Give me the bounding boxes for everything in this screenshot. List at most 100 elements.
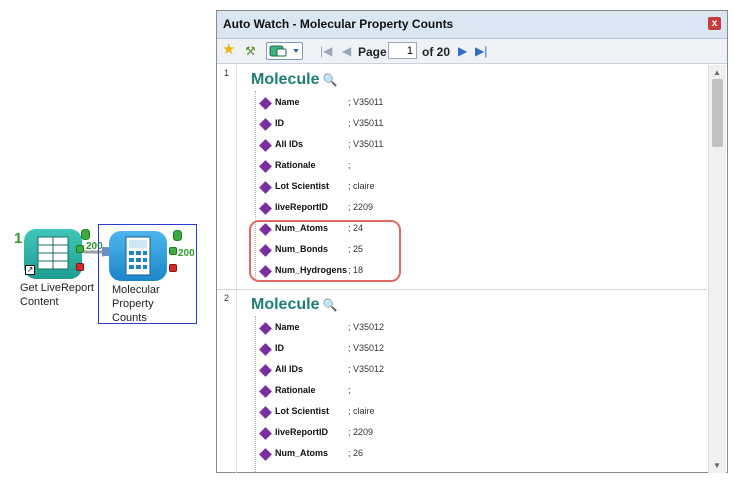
record-title-text: Molecule (251, 71, 320, 88)
property-name: Name (275, 97, 300, 107)
page-total-label: of 20 (422, 45, 451, 59)
record-index: 1 (224, 68, 230, 78)
output-database-icon (81, 229, 90, 240)
property-row: liveReportID ; 2209 (257, 201, 557, 219)
diamond-icon (259, 181, 272, 194)
window-title: Auto Watch - Molecular Property Counts (223, 17, 454, 31)
property-value: ; V35011 (348, 118, 384, 128)
property-value: ; V35011 (348, 97, 384, 107)
record-title[interactable]: Molecule 🔍 (251, 296, 337, 314)
property-row: ID ; V35012 (257, 342, 557, 360)
diamond-icon (259, 448, 272, 461)
output-port-fail[interactable] (169, 264, 177, 272)
property-row: All IDs ; V35012 (257, 363, 557, 381)
previous-page-icon[interactable]: ◀ (342, 43, 351, 59)
property-row: Rationale; (257, 384, 557, 402)
node-label: Molecular Property Counts (112, 284, 160, 324)
output-port-pass[interactable] (76, 245, 84, 253)
calculator-node-icon (109, 231, 167, 281)
property-value: ; claire (348, 181, 375, 191)
record-item: 1 Molecule 🔍 Name ; V35011 ID ; V35011 All … (217, 65, 707, 289)
next-page-icon[interactable]: ▶ (458, 43, 467, 59)
property-name: ID (275, 343, 284, 353)
property-name: All IDs (275, 139, 304, 149)
window-titlebar[interactable]: Auto Watch - Molecular Property Counts x (217, 11, 727, 39)
star-icon[interactable]: ★ (222, 42, 235, 58)
property-row: Name ; V35012 (257, 321, 557, 339)
property-row: Name ; V35011 (257, 96, 557, 114)
diamond-icon (259, 427, 272, 440)
property-name: Num_Atoms (275, 448, 329, 458)
calculator-glyph-icon (125, 236, 151, 276)
output-database-icon (173, 230, 182, 241)
diamond-icon (259, 160, 272, 173)
property-value: ; V35011 (348, 139, 384, 149)
auto-watch-window: Auto Watch - Molecular Property Counts x… (216, 10, 728, 473)
property-row: Rationale; (257, 159, 557, 177)
diamond-icon (259, 322, 272, 335)
magnifier-icon[interactable]: 🔍 (322, 298, 337, 312)
record-gutter (217, 290, 237, 473)
magnifier-icon[interactable]: 🔍 (322, 73, 337, 87)
property-name: liveReportID (275, 202, 329, 212)
property-row: Lot Scientist ; claire (257, 405, 557, 423)
property-value: ; (348, 160, 354, 170)
record-item: 2 Molecule 🔍 Name ; V35012 ID ; V35012 All … (217, 290, 707, 473)
diamond-icon (259, 364, 272, 377)
property-value: ; claire (348, 406, 375, 416)
record-title[interactable]: Molecule 🔍 (251, 71, 337, 89)
first-page-icon[interactable]: |◀ (320, 43, 332, 59)
record-index: 2 (224, 293, 230, 303)
diamond-icon (259, 385, 272, 398)
diamond-icon (259, 406, 272, 419)
page-label: Page (358, 45, 387, 59)
tree-line (255, 316, 256, 473)
vertical-scrollbar[interactable]: ▲ ▼ (708, 65, 726, 473)
node-label: Get LiveReport Content (20, 282, 94, 308)
scroll-down-icon[interactable]: ▼ (713, 461, 721, 470)
magic-wand-icon[interactable]: ⚒ (245, 43, 256, 59)
property-value: ; 2209 (348, 202, 374, 212)
property-row: All IDs ; V35011 (257, 138, 557, 156)
property-value: ; 26 (348, 448, 364, 458)
diamond-icon (259, 343, 272, 356)
output-port-fail[interactable] (76, 263, 84, 271)
toolbar: ★ ⚒ |◀ ◀ Page of 20 ▶ ▶| (217, 39, 727, 64)
node-molecular-property-counts[interactable]: 200 Molecular Property Counts (98, 224, 197, 324)
property-row: ID ; V35011 (257, 117, 557, 135)
port-record-count: 200 (178, 248, 195, 259)
property-row: Num_Atoms ; 26 (257, 447, 557, 465)
diamond-icon (259, 97, 272, 110)
scroll-thumb[interactable] (712, 79, 723, 147)
property-name: Name (275, 322, 300, 332)
output-port-pass[interactable] (169, 247, 177, 255)
highlight-annotation (249, 220, 401, 282)
property-name: All IDs (275, 364, 304, 374)
last-page-icon[interactable]: ▶| (475, 43, 487, 59)
shortcut-icon: ↗ (25, 265, 35, 275)
property-name: liveReportID (275, 427, 329, 437)
diamond-icon (259, 118, 272, 131)
property-name: ID (275, 118, 284, 128)
view-selector[interactable] (266, 42, 303, 60)
property-value: ; V35012 (348, 364, 385, 374)
property-name: Lot Scientist (275, 406, 330, 416)
property-name: Lot Scientist (275, 181, 330, 191)
property-value: ; (348, 385, 354, 395)
property-value: ; V35012 (348, 343, 385, 353)
input-port[interactable] (102, 247, 109, 256)
record-list: 1 Molecule 🔍 Name; V35011 ID; V35011 All … (217, 65, 707, 473)
property-row: Lot Scientist ; claire (257, 180, 557, 198)
diamond-icon (259, 139, 272, 152)
node-get-livereport-content[interactable]: 1 ↗ 200 Get LiveReport Content (12, 226, 103, 316)
page-number-input[interactable] (388, 42, 417, 59)
scroll-up-icon[interactable]: ▲ (713, 68, 721, 77)
diamond-icon (259, 202, 272, 215)
property-row: liveReportID ; 2209 (257, 426, 557, 444)
property-name: Rationale (275, 385, 316, 395)
view-toggle-icon (269, 45, 299, 57)
property-value: ; 2209 (348, 427, 374, 437)
close-button[interactable]: x (708, 17, 721, 30)
record-gutter (217, 65, 237, 289)
node-run-count: 1 (14, 230, 23, 247)
